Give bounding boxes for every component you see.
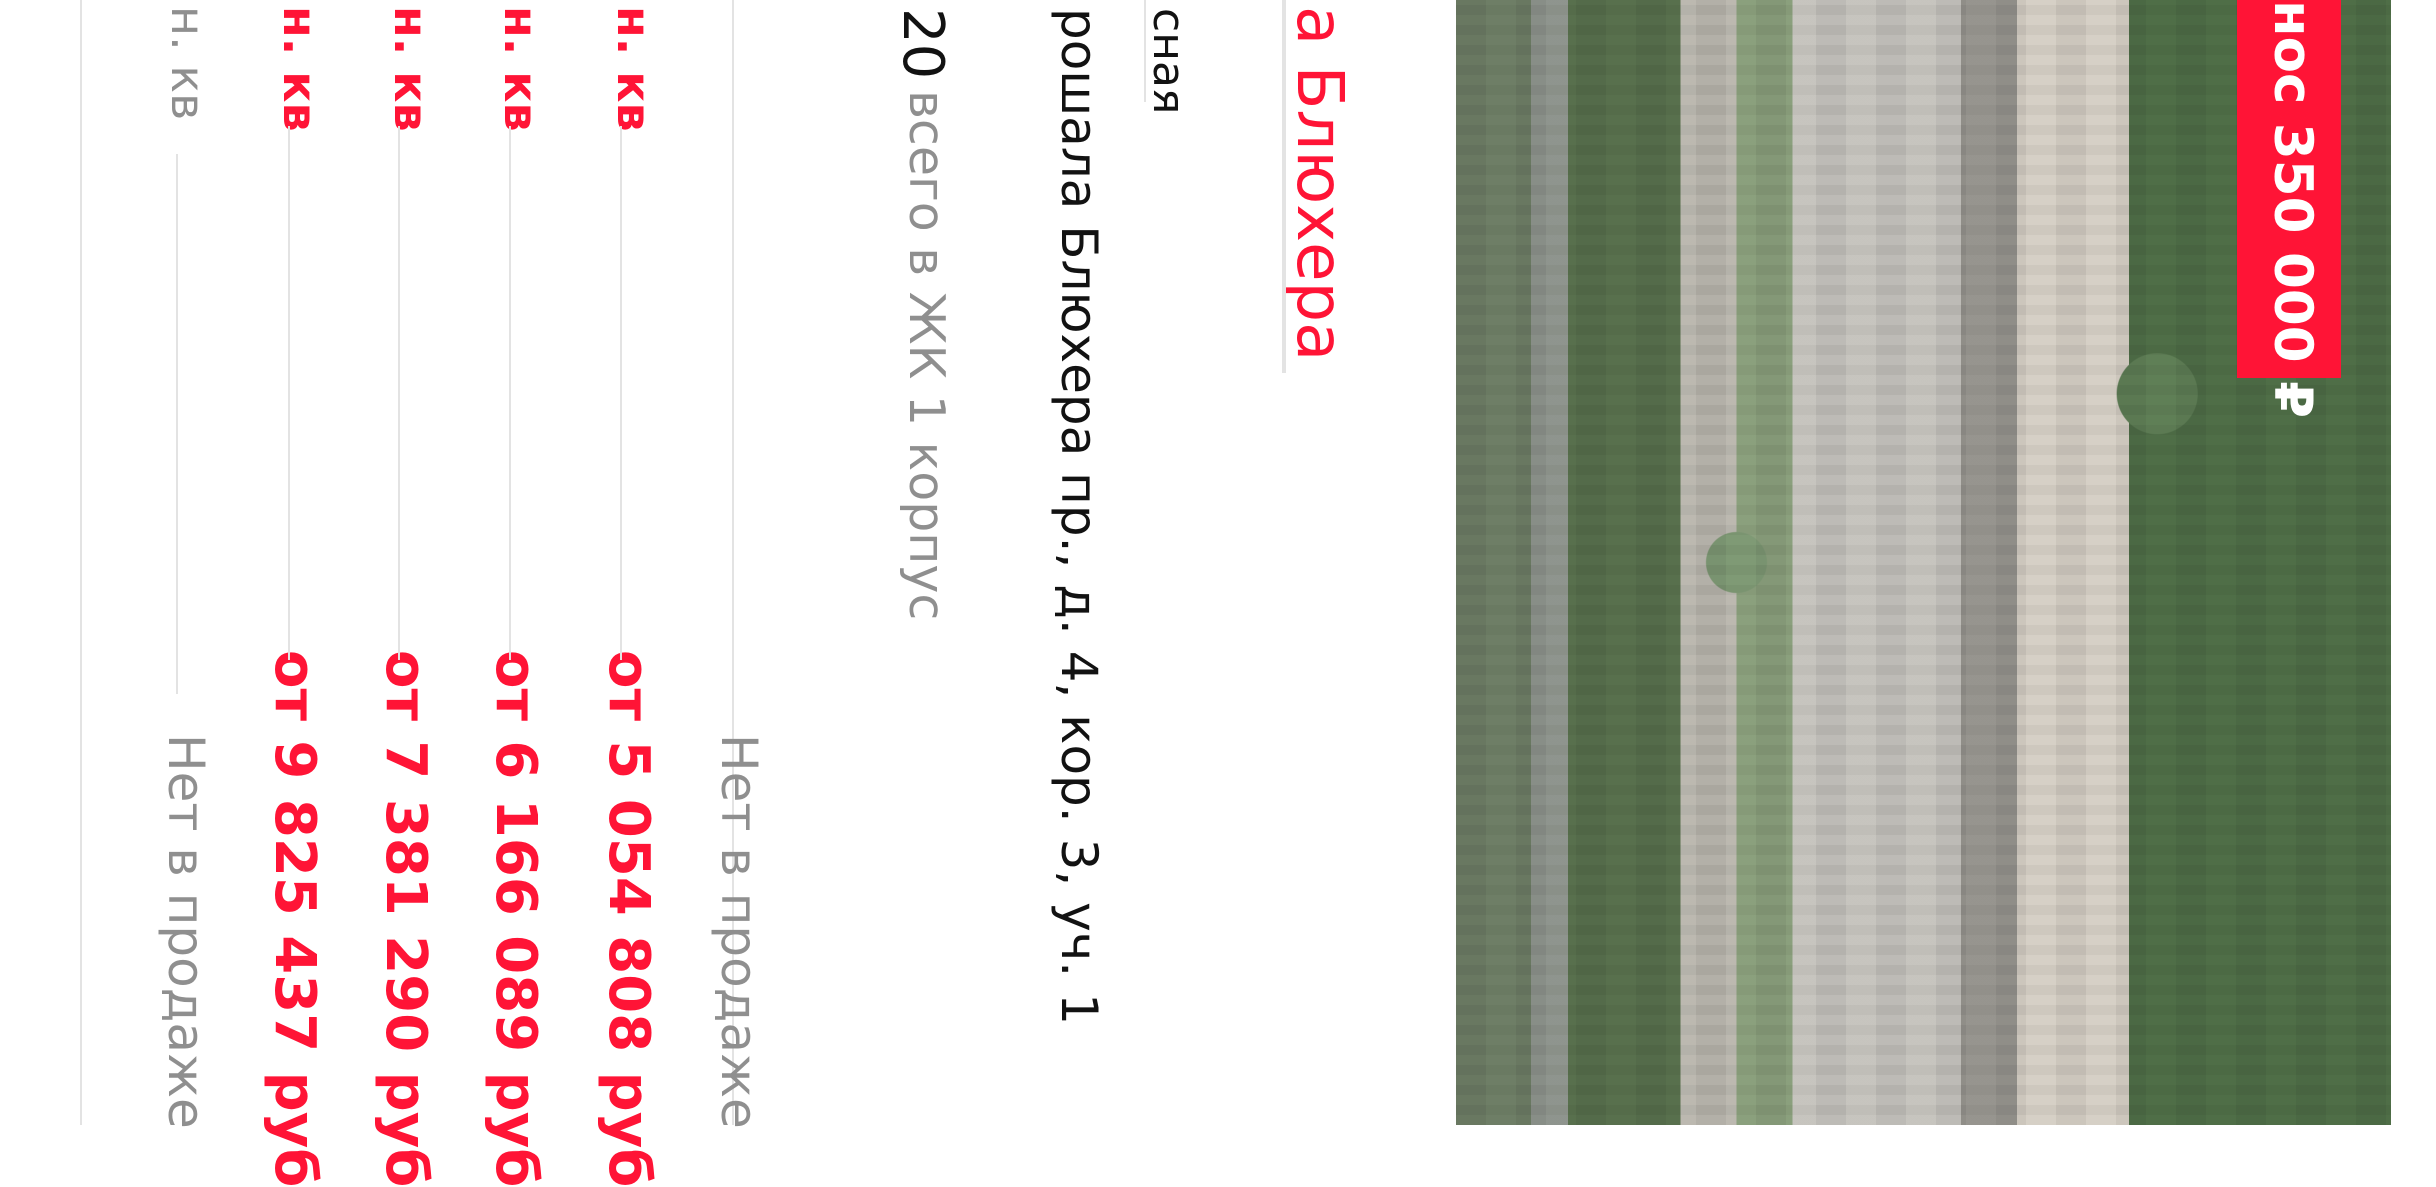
complex-title[interactable]: а Блюхера: [1282, 6, 1356, 361]
table-left-border: [80, 0, 82, 1125]
apartment-type-label: н. кв: [607, 6, 661, 132]
table-row-divider: [509, 126, 511, 660]
table-row-divider: [620, 126, 622, 660]
apartment-price[interactable]: от 5 054 808 руб: [596, 650, 661, 1187]
apartment-price[interactable]: от 7 381 290 руб: [373, 650, 438, 1187]
district-underline: [1144, 0, 1146, 102]
apartment-type-label: н. кв: [161, 6, 215, 121]
table-row-divider: [288, 126, 290, 660]
table-row-divider: [176, 154, 178, 694]
apartment-price[interactable]: от 6 166 089 руб: [483, 650, 548, 1187]
table-row-divider: [398, 126, 400, 660]
completion-suffix: всего в ЖК 1 корпус: [898, 90, 955, 621]
apartment-price[interactable]: от 9 825 437 руб: [262, 650, 327, 1187]
completion-year: 20: [890, 8, 955, 80]
apartment-type-label: н. кв: [494, 6, 548, 132]
promo-badge: нос 350 000 ₽: [2237, 0, 2341, 418]
address-text: рошала Блюхера пр., д. 4, кор. 3, уч. 1: [1050, 8, 1108, 1025]
apartment-price-top: Нет в продаже: [710, 734, 768, 1129]
district-label: сная: [1143, 8, 1194, 115]
apartment-type-label: н. кв: [273, 6, 327, 132]
apartment-type-label: н. кв: [384, 6, 438, 132]
apartment-price: Нет в продаже: [157, 734, 215, 1129]
promo-text: нос 350 000 ₽: [2262, 0, 2323, 418]
title-underline: [1282, 0, 1286, 373]
